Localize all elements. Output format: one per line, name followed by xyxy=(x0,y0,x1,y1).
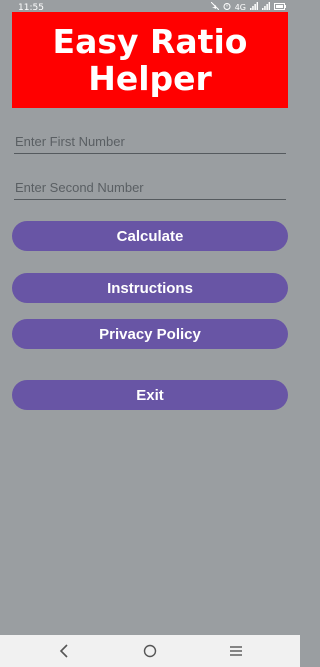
signal-icon-2 xyxy=(262,2,270,12)
menu-icon[interactable] xyxy=(224,641,248,661)
battery-icon xyxy=(274,2,286,12)
home-icon[interactable] xyxy=(138,641,162,661)
signal-icon xyxy=(250,2,258,12)
back-icon[interactable] xyxy=(52,641,76,661)
privacy-policy-button[interactable]: Privacy Policy xyxy=(12,319,288,349)
mute-icon xyxy=(210,1,220,12)
network-4g-icon: 4G xyxy=(234,2,246,12)
instructions-button[interactable]: Instructions xyxy=(12,273,288,303)
alarm-icon xyxy=(223,2,231,12)
exit-button[interactable]: Exit xyxy=(12,380,288,410)
title-banner: Easy Ratio Helper xyxy=(12,12,288,108)
calculate-button[interactable]: Calculate xyxy=(12,221,288,251)
status-icons: 4G xyxy=(210,1,286,12)
system-nav-bar xyxy=(0,635,300,667)
first-number-input[interactable] xyxy=(14,129,286,154)
second-number-input[interactable] xyxy=(14,175,286,200)
app-title: Easy Ratio Helper xyxy=(52,22,248,98)
